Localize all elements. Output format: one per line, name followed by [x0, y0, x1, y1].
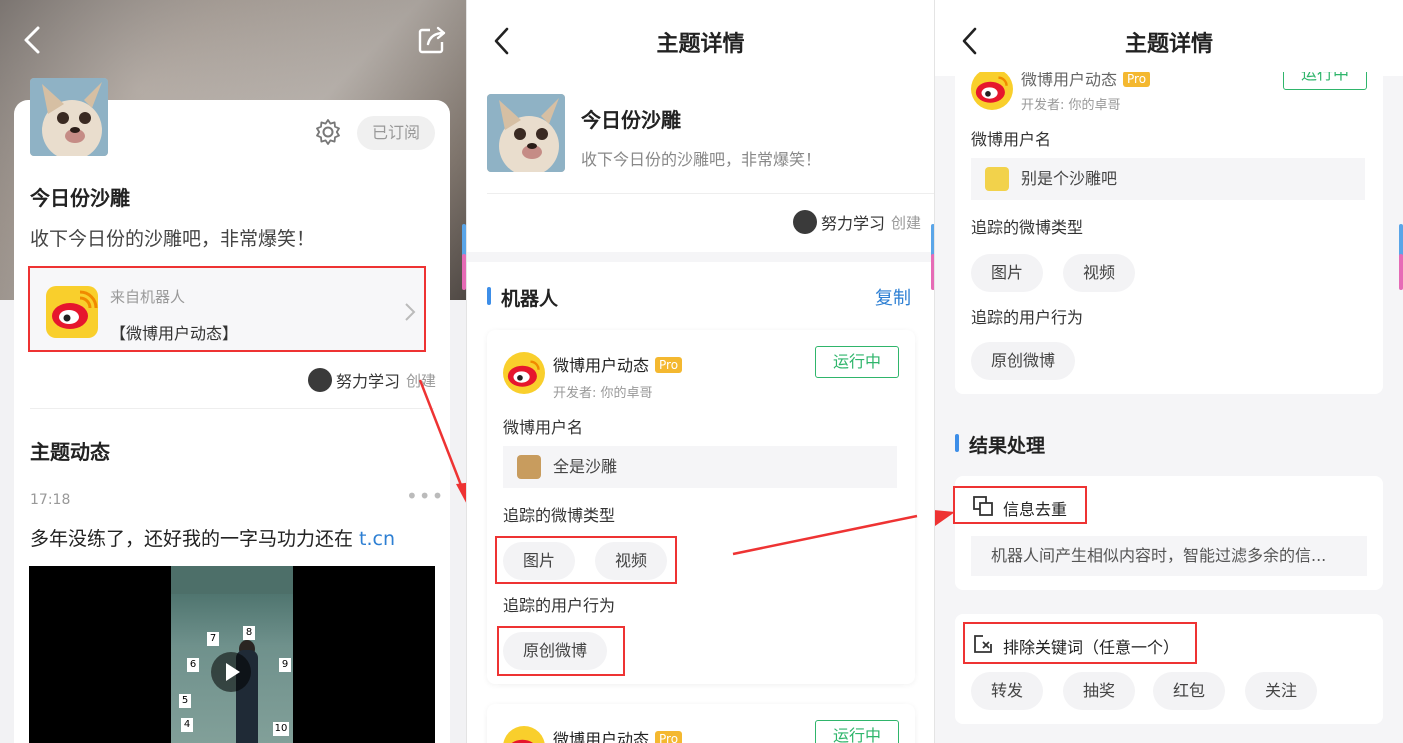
section-title-result-processing: 结果处理 — [969, 435, 1046, 457]
copy-button[interactable]: 复制 — [875, 284, 911, 310]
pro-badge: Pro — [1123, 71, 1151, 87]
field-label-user-action: 追踪的用户行为 — [503, 596, 616, 615]
status-badge: 运行中 — [815, 346, 899, 378]
chip-video[interactable]: 视频 — [1063, 254, 1136, 292]
play-icon[interactable] — [211, 652, 251, 692]
highlight-box — [953, 486, 1087, 524]
chip-image[interactable]: 图片 — [971, 254, 1044, 292]
topic-detail-scrolled-screen: 主题详情 微博用户动态Pro 开发者: 你的卓哥 运行中 微博用户名 别是个沙雕… — [934, 0, 1403, 743]
post-text-row: 多年没练了，还好我的一字马功力还在 t.cn — [30, 524, 395, 551]
video-number: 6 — [187, 658, 199, 672]
scroll-indicator — [1399, 254, 1403, 290]
video-number: 7 — [207, 632, 219, 646]
highlight-box — [497, 626, 625, 676]
highlight-box — [495, 536, 677, 584]
section-bar — [487, 287, 491, 305]
header: 主题详情 — [467, 0, 934, 76]
section-bar — [955, 434, 959, 452]
field-label-weibo-type: 追踪的微博类型 — [503, 506, 616, 525]
weibo-logo-icon — [503, 726, 545, 743]
dedup-description: 机器人间产生相似内容时，智能过滤多余的信... — [971, 536, 1367, 576]
topic-description: 收下今日份的沙雕吧，非常爆笑！ — [30, 228, 316, 250]
topic-avatar — [487, 94, 565, 172]
divider — [487, 193, 934, 194]
username-text: 全是沙雕 — [553, 457, 618, 476]
page-title: 主题详情 — [656, 32, 745, 57]
pro-badge: Pro — [655, 731, 683, 743]
developer-label: 开发者: 你的卓哥 — [1021, 98, 1121, 113]
creator-row[interactable]: 努力学习 创建 — [793, 210, 921, 234]
creator-avatar — [793, 210, 817, 234]
annotation-arrow — [418, 379, 466, 503]
dedup-card[interactable]: 信息去重 机器人间产生相似内容时，智能过滤多余的信... — [953, 476, 1383, 590]
page-title: 主题详情 — [1124, 32, 1213, 57]
creator-avatar — [308, 368, 332, 392]
robot-name-row: 微博用户动态 Pro — [553, 352, 683, 376]
topic-title: 今日份沙雕 — [30, 186, 130, 210]
robot-name: 微博用户动态 — [553, 730, 650, 743]
post-link[interactable]: t.cn — [359, 528, 395, 550]
robot-name: 【微博用户动态】 — [110, 324, 239, 343]
topic-home-screen: 已订阅 今日份沙雕 收下今日份的沙雕吧，非常爆笑！ 来自机器人 【微博用户动态】… — [0, 0, 466, 743]
annotation-arrow — [732, 514, 918, 556]
weibo-logo-icon — [971, 68, 1013, 110]
post-text: 多年没练了，还好我的一字马功力还在 — [30, 528, 354, 550]
video-player[interactable]: 7 8 6 9 5 4 10 — [29, 566, 435, 743]
gear-icon[interactable] — [314, 118, 342, 146]
developer-label: 开发者: 你的卓哥 — [553, 386, 653, 401]
divider — [30, 408, 434, 409]
chip-keyword[interactable]: 转发 — [971, 672, 1044, 710]
user-avatar — [517, 455, 541, 479]
robot-from-label: 来自机器人 — [110, 288, 186, 306]
topic-avatar — [30, 78, 108, 156]
robot-name: 微博用户动态 — [1021, 70, 1118, 89]
annotation-arrow-head — [935, 510, 955, 526]
video-number: 10 — [273, 722, 289, 736]
chip-keyword[interactable]: 红包 — [1153, 672, 1226, 710]
highlight-box — [963, 622, 1197, 664]
topic-description: 收下今日份的沙雕吧，非常爆笑！ — [581, 150, 822, 169]
pro-badge: Pro — [655, 357, 683, 373]
video-curtain — [171, 566, 293, 594]
topic-detail-screen: 主题详情 今日份沙雕 收下今日份的沙雕吧，非常爆笑！ 努力学习 创建 机器人 复… — [466, 0, 934, 743]
chevron-right-icon — [405, 303, 416, 321]
chip-keyword[interactable]: 关注 — [1245, 672, 1318, 710]
video-number: 8 — [243, 626, 255, 640]
field-value-username: 全是沙雕 — [503, 446, 897, 488]
creator-suffix: 创建 — [891, 213, 922, 232]
field-value-username: 别是个沙雕吧 — [971, 158, 1365, 200]
video-number: 5 — [179, 694, 191, 708]
field-label-weibo-type: 追踪的微博类型 — [971, 218, 1084, 237]
exclude-keywords-card[interactable]: 排除关键词（任意一个） 转发 抽奖 红包 关注 — [955, 614, 1383, 724]
video-number: 4 — [181, 718, 193, 732]
post-time: 17:18 — [30, 492, 71, 508]
section-title-robot: 机器人 — [501, 288, 559, 310]
creator-name: 努力学习 — [821, 214, 886, 233]
creator-name: 努力学习 — [336, 372, 401, 391]
topic-summary: 今日份沙雕 收下今日份的沙雕吧，非常爆笑！ 努力学习 创建 — [467, 76, 934, 252]
chip-original-weibo[interactable]: 原创微博 — [971, 342, 1076, 380]
topic-card: 已订阅 今日份沙雕 收下今日份的沙雕吧，非常爆笑！ 来自机器人 【微博用户动态】… — [14, 78, 450, 743]
robot-card[interactable]: 微博用户动态 Pro 运行中 — [487, 704, 915, 743]
field-label-username: 微博用户名 — [971, 130, 1052, 149]
back-icon[interactable] — [20, 24, 44, 56]
video-number: 9 — [279, 658, 291, 672]
share-icon[interactable] — [416, 24, 448, 56]
section-title-topic-feed: 主题动态 — [30, 440, 110, 464]
weibo-logo-icon — [46, 286, 98, 338]
subscribed-button[interactable]: 已订阅 — [357, 116, 435, 150]
status-badge: 运行中 — [815, 720, 899, 743]
robot-name: 微博用户动态 — [553, 356, 650, 375]
field-label-user-action: 追踪的用户行为 — [971, 308, 1084, 327]
topic-title: 今日份沙雕 — [581, 108, 681, 132]
user-avatar — [985, 167, 1009, 191]
weibo-logo-icon — [503, 352, 545, 394]
robot-name-row: 微博用户动态 Pro — [553, 726, 683, 743]
field-label-username: 微博用户名 — [503, 418, 584, 437]
chip-keyword[interactable]: 抽奖 — [1063, 672, 1136, 710]
username-text: 别是个沙雕吧 — [1021, 169, 1118, 188]
robot-card[interactable]: 微博用户动态 Pro 开发者: 你的卓哥 运行中 微博用户名 别是个沙雕吧 追踪的… — [955, 58, 1383, 394]
robot-source-row[interactable]: 来自机器人 【微博用户动态】 — [28, 266, 426, 352]
